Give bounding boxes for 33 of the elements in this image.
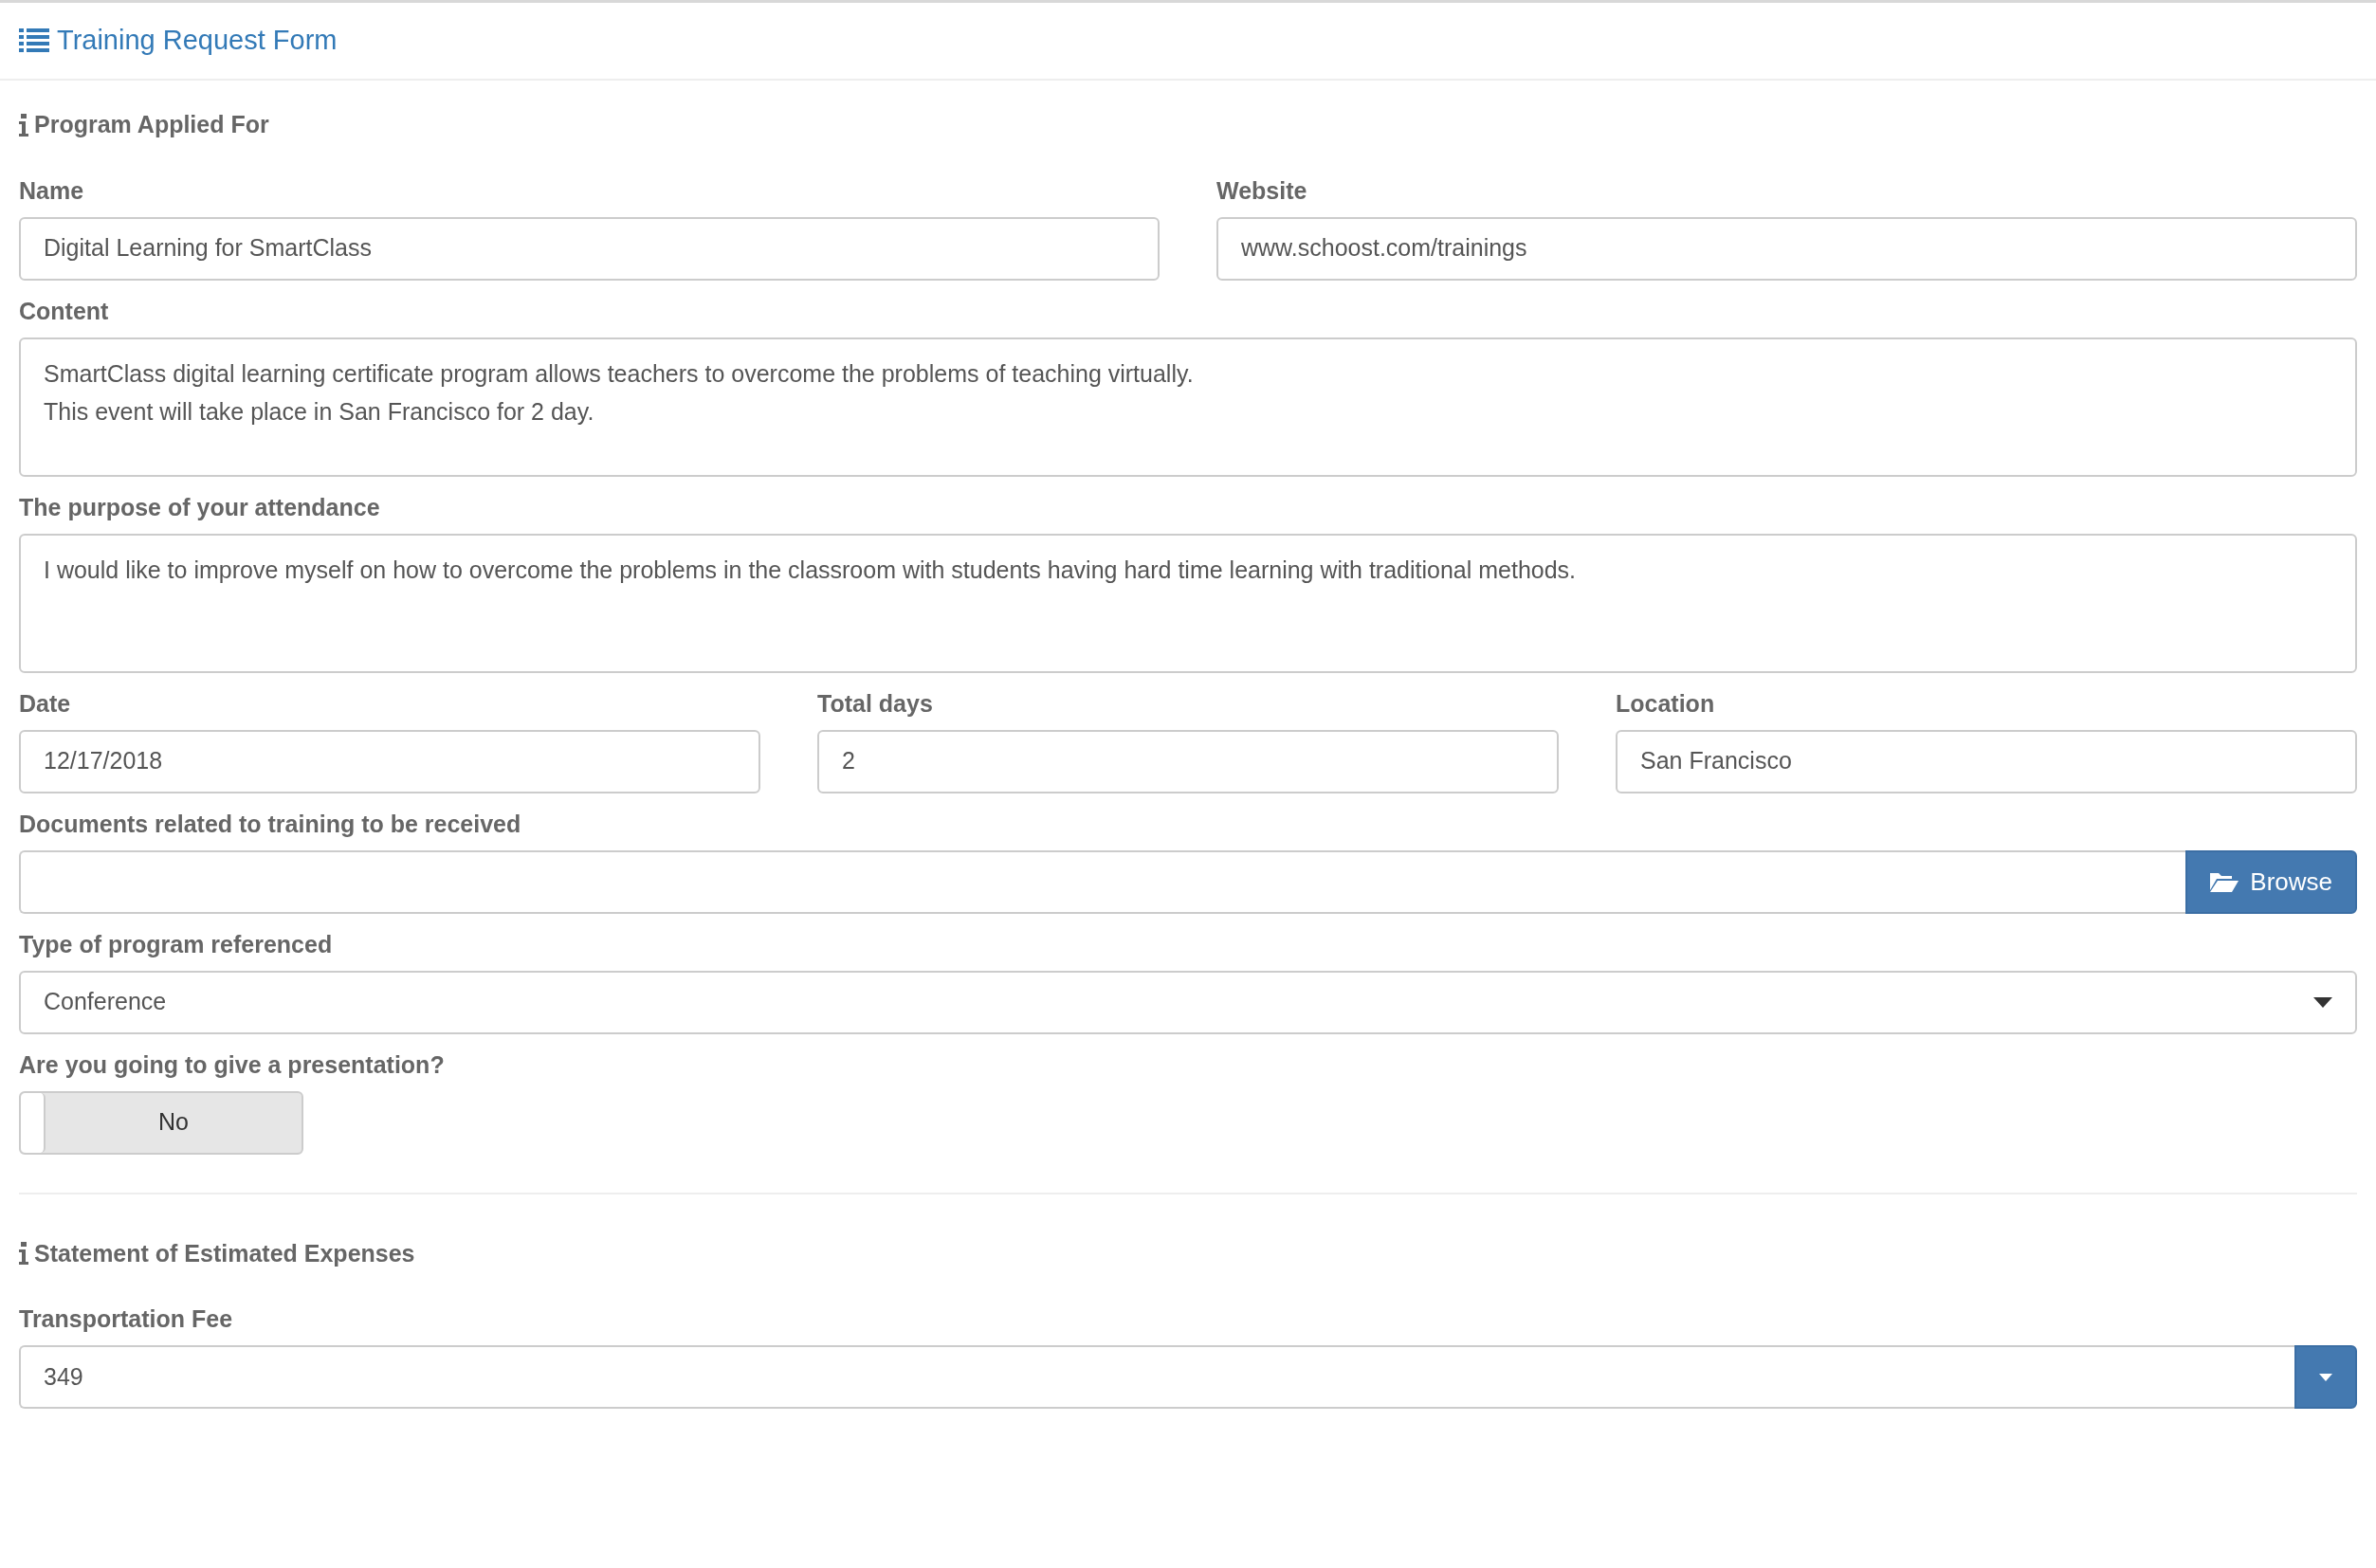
field-label: Are you going to give a presentation? — [19, 1049, 446, 1080]
text-field[interactable]: San Francisco — [1616, 729, 2357, 793]
field-label: Location — [1616, 688, 1716, 719]
browse-button[interactable]: Browse — [2185, 849, 2357, 914]
select-dropdown[interactable]: Conference — [19, 970, 2357, 1034]
field-label: Documents related to training to be received — [19, 809, 522, 839]
text-field[interactable]: 2 — [817, 729, 1559, 793]
text-field[interactable]: Digital Learning for SmartClass — [19, 216, 1160, 281]
toggle-switch[interactable]: No — [19, 1090, 303, 1155]
field-label: Content — [19, 296, 110, 326]
field-label: Name — [19, 175, 85, 206]
text-area[interactable]: I would like to improve myself on how to overcome the problems in the classroom with students having hard time learning with traditional methods. — [19, 533, 2357, 673]
list-icon — [19, 28, 49, 53]
field-label: Total days — [817, 688, 934, 719]
field-label: Date — [19, 688, 72, 719]
field-label: Type of program referenced — [19, 929, 334, 959]
folder-icon — [2210, 871, 2239, 892]
text-field[interactable]: 12/17/2018 — [19, 729, 760, 793]
info-icon — [19, 1242, 28, 1266]
info-icon — [19, 113, 28, 137]
field-label: Transportation Fee — [19, 1304, 234, 1334]
section-heading: Statement of Estimated Expenses — [34, 1238, 415, 1268]
number-field[interactable]: 349 — [19, 1345, 2294, 1409]
form-title: Training Request Form — [57, 24, 338, 58]
file-path-field[interactable] — [19, 849, 2186, 914]
text-field[interactable]: www.schoost.com/trainings — [1216, 216, 2357, 281]
section-heading: Program Applied For — [34, 110, 269, 139]
caret-icon — [2319, 1373, 2332, 1381]
text-area[interactable]: SmartClass digital learning certificate program allows teachers to overcome the problems of teaching virtually. This event will take place in San Francisco for 2 day. — [19, 337, 2357, 477]
field-label: Website — [1216, 175, 1308, 206]
dropdown-button[interactable] — [2294, 1345, 2357, 1409]
caret-icon — [2313, 996, 2332, 1008]
field-label: The purpose of your attendance — [19, 492, 381, 522]
